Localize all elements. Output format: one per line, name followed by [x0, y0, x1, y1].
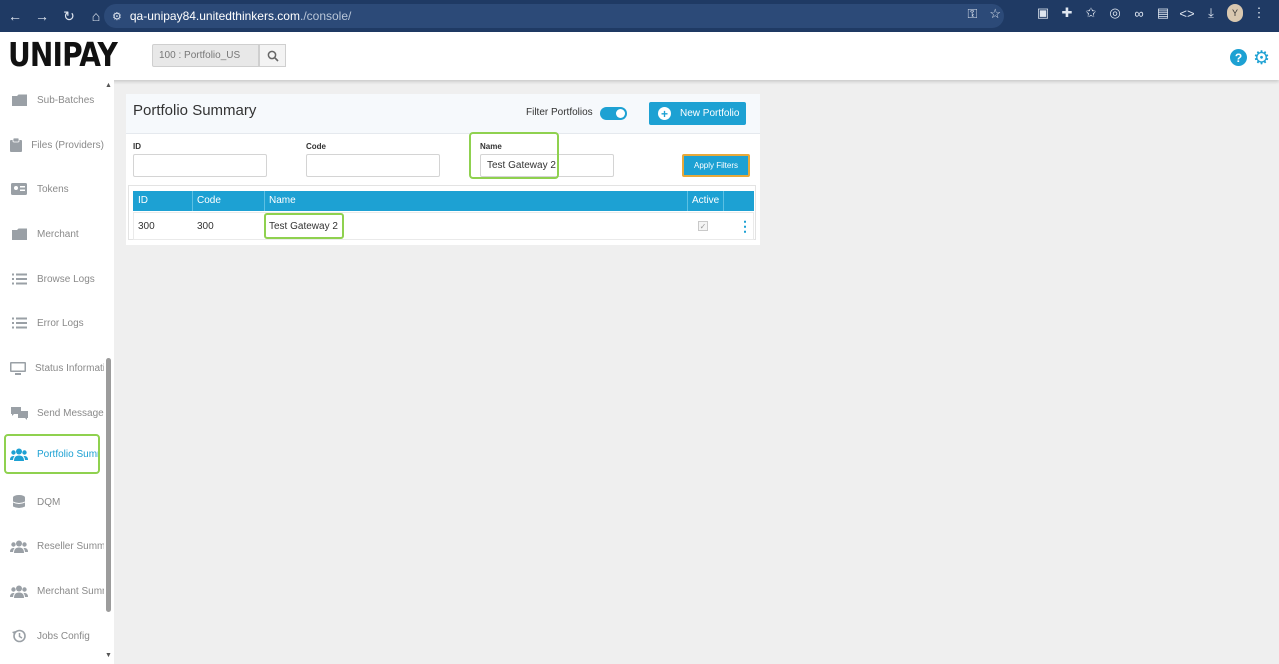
sidebar-item-label: Merchant Summ	[37, 585, 104, 597]
cell-code: 300	[197, 221, 214, 232]
id-filter-input[interactable]	[133, 154, 267, 177]
list-icon	[10, 272, 28, 286]
table-header: ID Code Name Active	[133, 191, 754, 211]
menu-dots-icon[interactable]: ⋮	[1251, 5, 1267, 21]
sidebar-item-files-providers[interactable]: Files (Providers)	[0, 128, 104, 162]
sidebar-item-label: Jobs Config	[37, 630, 90, 642]
scroll-down-arrow[interactable]: ▼	[105, 652, 112, 659]
folder-icon	[10, 93, 28, 107]
sidebar-item-label: Reseller Summa	[37, 540, 104, 552]
table-row[interactable]: 300 300 Test Gateway 2 ✓ ⋮	[133, 212, 754, 240]
bookmark-star-icon[interactable]: ☆	[989, 6, 1001, 22]
row-actions-menu-icon[interactable]: ⋮	[738, 218, 752, 235]
puzzle-icon[interactable]: ✚	[1059, 5, 1075, 21]
browser-toolbar: ← → ↻ ⌂ ⚙ qa-unipay84.unitedthinkers.com…	[0, 0, 1279, 32]
portfolio-selector[interactable]: 100 : Portfolio_US	[152, 44, 259, 67]
folder-icon	[10, 227, 28, 241]
sidebar-item-dqm[interactable]: DQM	[0, 485, 104, 519]
sidebar-item-label: Browse Logs	[37, 273, 95, 285]
column-header-name[interactable]: Name	[269, 195, 296, 206]
clipboard-icon	[10, 138, 23, 152]
new-portfolio-label: New Portfolio	[680, 108, 740, 119]
reading-icon[interactable]: ▤	[1155, 5, 1171, 21]
sidebar-item-error-logs[interactable]: Error Logs	[0, 306, 104, 340]
list-icon	[10, 316, 28, 330]
download-icon[interactable]: ⤓	[1203, 5, 1219, 21]
unipay-logo[interactable]: UNIPAY	[8, 35, 118, 74]
portfolio-summary-panel: Portfolio Summary Filter Portfolios + Ne…	[126, 94, 760, 245]
chat-icon	[10, 406, 28, 420]
plus-circle-icon: +	[658, 107, 671, 120]
sidebar-item-label: DQM	[37, 496, 61, 508]
history-icon	[10, 629, 28, 643]
id-filter-label: ID	[133, 142, 141, 151]
help-icon[interactable]: ?	[1230, 49, 1247, 66]
name-cell-highlight	[264, 213, 344, 239]
back-icon[interactable]: ←	[3, 4, 27, 28]
column-header-id[interactable]: ID	[138, 195, 148, 206]
sidebar-item-merchant[interactable]: Merchant	[0, 217, 104, 251]
sidebar-item-label: Portfolio Summ	[37, 448, 100, 460]
column-header-active[interactable]: Active	[692, 195, 719, 206]
search-icon[interactable]	[259, 44, 286, 67]
users-icon	[10, 584, 28, 598]
sidebar-scrollbar[interactable]	[106, 358, 111, 612]
panel-header: Portfolio Summary Filter Portfolios + Ne…	[126, 94, 760, 134]
sidebar-item-label: Status Informati	[35, 362, 104, 374]
portfolio-table: ID Code Name Active 300 300 Test Gateway…	[128, 185, 756, 240]
password-key-icon[interactable]: ⚿	[967, 6, 977, 22]
code-filter-label: Code	[306, 142, 326, 151]
name-filter-highlight	[469, 132, 559, 179]
sidebar-item-tokens[interactable]: Tokens	[0, 172, 104, 206]
apply-filters-button[interactable]: Apply Filters	[682, 154, 750, 177]
sidebar-item-label: Sub-Batches	[37, 94, 95, 106]
url-domain: qa-unipay84.unitedthinkers.com	[129, 9, 300, 23]
site-info-icon[interactable]: ⚙	[112, 10, 122, 23]
sidebar-item-merchant-summary[interactable]: Merchant Summ	[0, 574, 104, 608]
sidebar-item-label: Tokens	[37, 183, 69, 195]
favorites-icon[interactable]: ✩	[1083, 5, 1099, 21]
sidebar-item-browse-logs[interactable]: Browse Logs	[0, 262, 104, 296]
avatar[interactable]: Y	[1227, 4, 1243, 22]
sidebar-item-jobs-config[interactable]: Jobs Config	[0, 619, 104, 653]
sidebar-item-reseller-summary[interactable]: Reseller Summa	[0, 529, 104, 563]
sidebar-item-label: Send Message	[37, 407, 104, 419]
cell-id: 300	[138, 221, 155, 232]
url-path: ./console/	[299, 9, 352, 23]
scroll-up-arrow[interactable]: ▲	[105, 82, 112, 89]
new-portfolio-button[interactable]: + New Portfolio	[649, 102, 746, 125]
sidebar-item-label: Merchant	[37, 228, 79, 240]
sidebar-item-send-message[interactable]: Send Message	[0, 396, 104, 430]
sidebar-item-sub-batches[interactable]: Sub-Batches	[0, 83, 104, 117]
active-checkbox: ✓	[698, 221, 708, 231]
users-icon	[10, 447, 28, 461]
filter-portfolios-toggle[interactable]	[600, 107, 627, 120]
app-header: UNIPAY 100 : Portfolio_US ? ⚙	[0, 32, 1279, 80]
column-header-code[interactable]: Code	[197, 195, 221, 206]
code-filter-input[interactable]	[306, 154, 440, 177]
sidebar: Sub-Batches Files (Providers) Tokens Mer…	[0, 80, 114, 664]
extension-icon[interactable]: ▣	[1035, 5, 1051, 21]
forward-icon[interactable]: →	[30, 4, 54, 28]
code-icon[interactable]: <>	[1179, 6, 1195, 21]
database-icon	[10, 495, 28, 509]
filter-portfolios-label: Filter Portfolios	[526, 107, 593, 118]
gear-icon[interactable]: ⚙	[1253, 47, 1270, 70]
sidebar-item-label: Files (Providers)	[31, 139, 104, 151]
reload-icon[interactable]: ↻	[57, 4, 81, 28]
capture-icon[interactable]: ◎	[1107, 5, 1123, 21]
sidebar-item-label: Error Logs	[37, 317, 84, 329]
monitor-icon	[10, 361, 26, 375]
id-card-icon	[10, 182, 28, 196]
users-icon	[10, 539, 28, 553]
address-bar[interactable]: ⚙ qa-unipay84.unitedthinkers.com ./consol…	[104, 4, 1004, 28]
page-title: Portfolio Summary	[133, 102, 257, 119]
sidebar-item-status-information[interactable]: Status Informati	[0, 351, 104, 385]
link-icon[interactable]: ∞	[1131, 6, 1147, 21]
sidebar-item-portfolio-summary[interactable]: Portfolio Summ	[4, 434, 100, 474]
